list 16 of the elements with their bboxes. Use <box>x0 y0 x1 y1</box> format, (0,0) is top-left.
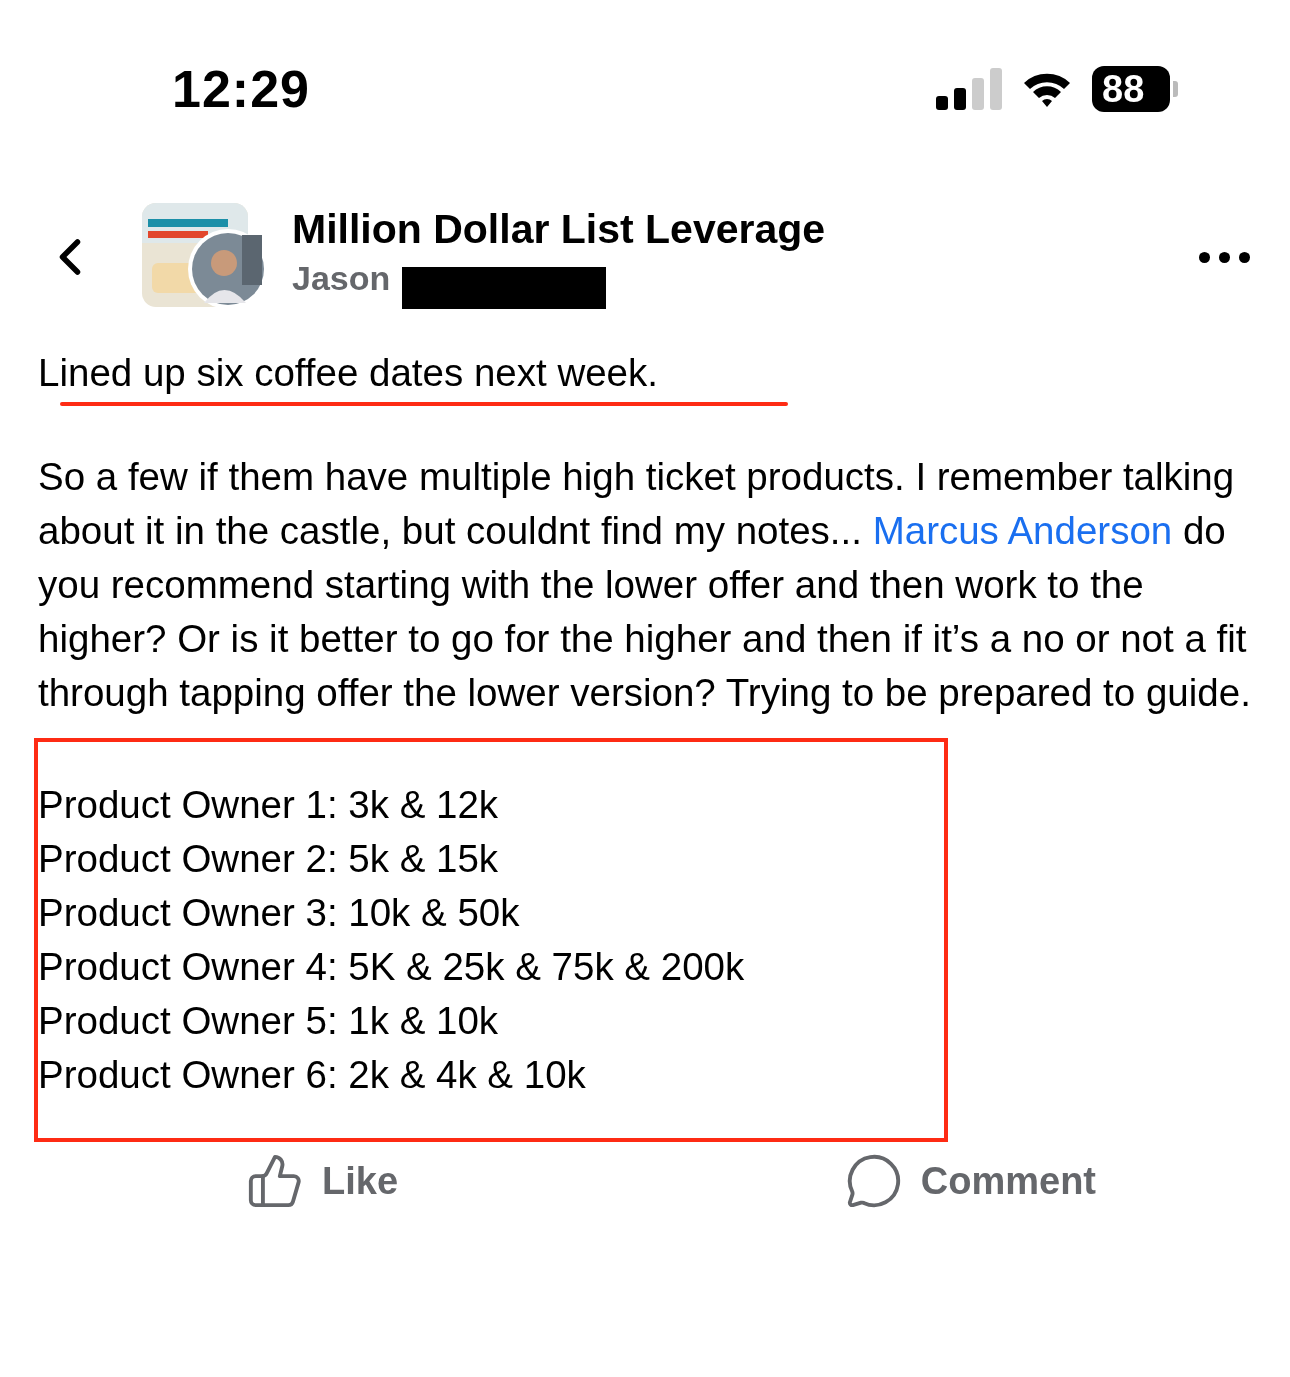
product-line: Product Owner 2: 5k & 15k <box>38 836 500 882</box>
product-line: Product Owner 4: 5K & 25k & 75k & 200k <box>38 944 746 990</box>
post-headline: Lined up six coffee dates next week. <box>38 350 659 396</box>
post-paragraph: So a few if them have multiple high ticket products. I remember talking about it in the castle, but couldnt find my notes... Marcus Anderson do you recommend starting with the lower offer and then work to the higher? Or is it better to go for the higher and then if it’s a no or not a fit through tapping offer the lower version? Trying to be prepared to guide. <box>38 454 1252 716</box>
comment-button[interactable]: Comment <box>844 1152 1096 1210</box>
product-line: Product Owner 6: 2k & 4k & 10k <box>38 1052 587 1098</box>
signal-icon <box>936 68 1002 110</box>
product-line: Product Owner 3: 10k & 50k <box>38 890 521 936</box>
like-button[interactable]: Like <box>246 1152 399 1210</box>
product-line: Product Owner 1: 3k & 12k <box>38 782 500 828</box>
clock-time: 12:29 <box>172 59 310 119</box>
group-name[interactable]: Million Dollar List Leverage <box>292 205 1199 253</box>
author-name[interactable]: Jason <box>292 258 391 298</box>
thumbs-up-icon <box>246 1152 304 1210</box>
product-line: Product Owner 5: 1k & 10k <box>38 998 500 1044</box>
mention-link[interactable]: Marcus Anderson <box>872 509 1173 552</box>
